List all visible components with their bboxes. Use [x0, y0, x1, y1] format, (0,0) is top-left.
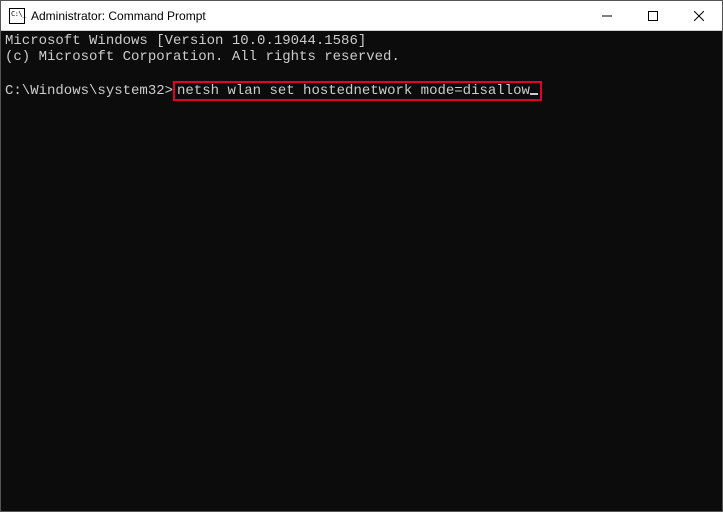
version-line: Microsoft Windows [Version 10.0.19044.15… [5, 33, 366, 49]
cmd-icon [9, 8, 25, 24]
minimize-button[interactable] [584, 1, 630, 30]
command-text: netsh wlan set hostednetwork mode=disall… [177, 83, 530, 99]
cmd-window: Administrator: Command Prompt Microsoft … [0, 0, 723, 512]
command-highlight: netsh wlan set hostednetwork mode=disall… [173, 81, 542, 101]
close-button[interactable] [676, 1, 722, 30]
titlebar[interactable]: Administrator: Command Prompt [1, 1, 722, 31]
console-area[interactable]: Microsoft Windows [Version 10.0.19044.15… [1, 31, 722, 511]
window-controls [584, 1, 722, 30]
window-title: Administrator: Command Prompt [31, 9, 584, 23]
maximize-button[interactable] [630, 1, 676, 30]
prompt-text: C:\Windows\system32> [5, 83, 173, 99]
cursor-icon [530, 93, 538, 95]
copyright-line: (c) Microsoft Corporation. All rights re… [5, 49, 400, 65]
